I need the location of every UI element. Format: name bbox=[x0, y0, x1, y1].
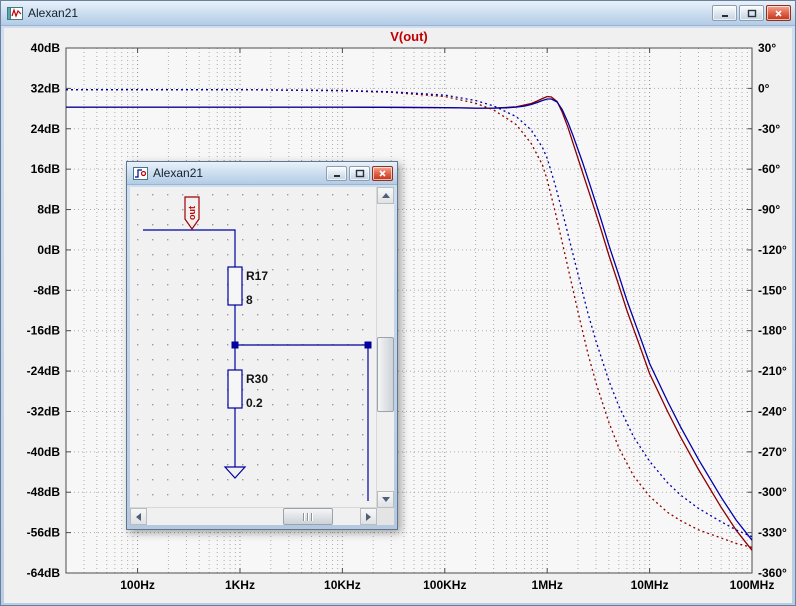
right-axis-label: -180° bbox=[758, 324, 787, 338]
waveform-icon bbox=[7, 6, 23, 20]
maximize-button[interactable] bbox=[739, 5, 764, 21]
arrow-right-icon bbox=[366, 512, 371, 521]
resistor-R17-body[interactable] bbox=[227, 266, 243, 306]
schematic-window: Alexan21 out R17 8 R30 0.2 bbox=[126, 161, 398, 530]
resistor-R17-value[interactable]: 8 bbox=[246, 293, 253, 307]
resistor-R30-value[interactable]: 0.2 bbox=[246, 396, 263, 410]
left-axis-label: 32dB bbox=[31, 81, 61, 95]
right-axis-label: -90° bbox=[758, 203, 780, 217]
right-axis-label: -150° bbox=[758, 283, 787, 297]
vertical-scrollbar[interactable] bbox=[376, 187, 394, 508]
x-axis-label: 1KHz bbox=[225, 578, 255, 592]
scroll-up-button[interactable] bbox=[377, 187, 394, 204]
left-axis-label: 8dB bbox=[37, 203, 60, 217]
vertical-scrollbar-thumb[interactable] bbox=[377, 337, 394, 412]
left-axis-label: -40dB bbox=[27, 445, 61, 459]
scroll-left-button[interactable] bbox=[130, 508, 147, 525]
right-axis-label: 30° bbox=[758, 41, 776, 55]
left-axis-label: 24dB bbox=[31, 122, 61, 136]
arrow-left-icon bbox=[136, 512, 141, 521]
schematic-window-titlebar[interactable]: Alexan21 bbox=[127, 162, 397, 185]
right-axis-label: -60° bbox=[758, 162, 780, 176]
junction-marker-right bbox=[364, 341, 372, 349]
left-axis-label: 16dB bbox=[31, 162, 61, 176]
x-axis-label: 10KHz bbox=[324, 578, 361, 592]
plot-window: Alexan21 40dB 32dB 24dB 16dB 8dB 0dB -8dB -16dB… bbox=[0, 0, 796, 606]
trace-label[interactable]: V(out) bbox=[390, 29, 428, 44]
net-label-out: out bbox=[187, 206, 197, 220]
plot-pane: 40dB 32dB 24dB 16dB 8dB 0dB -8dB -16dB -24dB -32d… bbox=[4, 28, 792, 603]
resistor-R30-body[interactable] bbox=[227, 369, 243, 409]
schematic-grid-dots bbox=[130, 187, 377, 508]
schematic-maximize-button[interactable] bbox=[349, 165, 370, 181]
resistor-R17-name[interactable]: R17 bbox=[246, 269, 268, 283]
schematic-client: out R17 8 R30 0.2 bbox=[130, 187, 394, 525]
scroll-right-button[interactable] bbox=[360, 508, 377, 525]
junction-marker-left bbox=[231, 341, 239, 349]
horizontal-scrollbar[interactable] bbox=[130, 507, 377, 525]
right-axis-label: -240° bbox=[758, 404, 787, 418]
left-axis-label: 40dB bbox=[31, 41, 61, 55]
x-axis-label: 1MHz bbox=[532, 578, 563, 592]
x-axis-label: 100KHz bbox=[423, 578, 466, 592]
plot-window-title: Alexan21 bbox=[28, 6, 79, 20]
left-axis-label: -64dB bbox=[27, 566, 61, 580]
close-icon bbox=[379, 169, 386, 177]
left-axis-label: -48dB bbox=[27, 485, 61, 499]
right-axis-label: 0° bbox=[758, 81, 770, 95]
left-axis-label: -16dB bbox=[27, 324, 61, 338]
close-button[interactable] bbox=[766, 5, 791, 21]
maximize-icon bbox=[355, 169, 364, 177]
right-axis-label: -210° bbox=[758, 364, 787, 378]
scrollbar-corner bbox=[377, 508, 394, 525]
left-axis-label: -56dB bbox=[27, 526, 61, 540]
horizontal-scrollbar-thumb[interactable] bbox=[283, 508, 333, 525]
left-axis-label: 0dB bbox=[37, 243, 60, 257]
left-axis-label: -8dB bbox=[33, 283, 60, 297]
scroll-down-button[interactable] bbox=[377, 491, 394, 508]
schematic-window-title: Alexan21 bbox=[153, 166, 204, 180]
arrow-down-icon bbox=[381, 497, 390, 502]
schematic-icon bbox=[133, 166, 148, 180]
schematic-minimize-button[interactable] bbox=[326, 165, 347, 181]
bode-plot[interactable]: 40dB 32dB 24dB 16dB 8dB 0dB -8dB -16dB -24dB -32d… bbox=[4, 28, 792, 603]
arrow-up-icon bbox=[381, 193, 390, 198]
right-axis-label: -330° bbox=[758, 526, 787, 540]
right-axis-label: -270° bbox=[758, 445, 787, 459]
right-axis-label: -120° bbox=[758, 243, 787, 257]
x-axis-label: 10MHz bbox=[631, 578, 669, 592]
minimize-icon bbox=[721, 14, 728, 17]
plot-window-controls bbox=[712, 5, 791, 21]
resistor-R30-name[interactable]: R30 bbox=[246, 372, 268, 386]
maximize-icon bbox=[747, 9, 756, 17]
right-axis-label: -30° bbox=[758, 122, 780, 136]
x-axis-label: 100MHz bbox=[730, 578, 775, 592]
right-axis-label: -300° bbox=[758, 485, 787, 499]
left-axis-label: -24dB bbox=[27, 364, 61, 378]
schematic-canvas[interactable]: out R17 8 R30 0.2 bbox=[130, 187, 377, 508]
minimize-icon bbox=[333, 174, 340, 177]
x-axis-label: 100Hz bbox=[120, 578, 155, 592]
close-icon bbox=[775, 9, 782, 17]
schematic-window-controls bbox=[326, 165, 393, 181]
schematic-close-button[interactable] bbox=[372, 165, 393, 181]
minimize-button[interactable] bbox=[712, 5, 737, 21]
left-axis-label: -32dB bbox=[27, 404, 61, 418]
plot-window-titlebar[interactable]: Alexan21 bbox=[1, 1, 795, 26]
